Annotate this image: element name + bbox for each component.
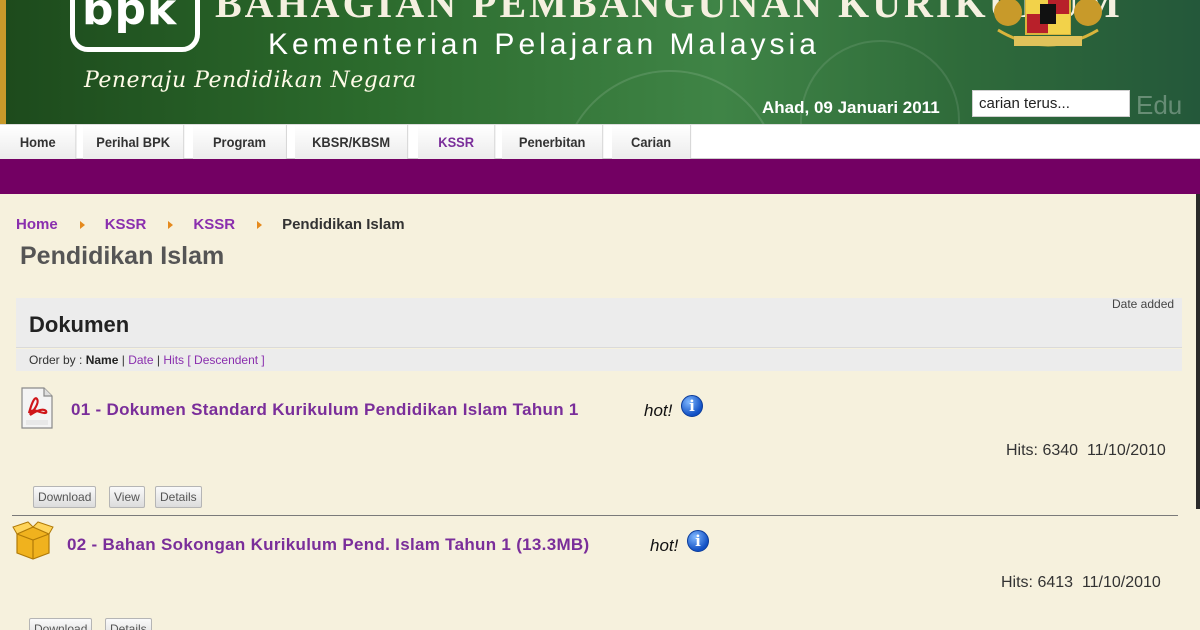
site-banner: bpk BAHAGIAN PEMBANGUNAN KURIKULUM Kemen… bbox=[0, 0, 1200, 124]
item-divider bbox=[12, 515, 1178, 516]
document-date: 11/10/2010 bbox=[1081, 574, 1161, 591]
banner-subtitle: Kementerian Pelajaran Malaysia bbox=[268, 28, 820, 61]
bpk-logo-text: bpk bbox=[82, 0, 178, 35]
order-direction[interactable]: [ Descendent ] bbox=[187, 353, 264, 367]
nav-item-kssr[interactable]: KSSR bbox=[418, 125, 496, 159]
hits-count: Hits: 6340 bbox=[1006, 442, 1079, 459]
hot-label-1: hot! bbox=[644, 401, 673, 420]
download-button-2[interactable]: Download bbox=[29, 618, 93, 630]
download-button-1[interactable]: Download bbox=[33, 486, 97, 508]
breadcrumb-arrow-icon bbox=[257, 220, 263, 229]
pdf-file-icon bbox=[21, 387, 53, 429]
date-added-label: Date added bbox=[1112, 297, 1175, 311]
documents-header: Dokumen bbox=[16, 298, 1182, 348]
banner-arch-decoration bbox=[560, 70, 780, 124]
details-button-2[interactable]: Details bbox=[105, 618, 152, 630]
breadcrumb-arrow-icon bbox=[79, 220, 85, 229]
search-input[interactable] bbox=[972, 90, 1130, 117]
order-by-label: Order by : bbox=[29, 353, 83, 367]
nav-item-kbsr-kbsm[interactable]: KBSR/KBSM bbox=[295, 125, 409, 159]
main-nav: Home Perihal BPK Program KBSR/KBSM KSSR … bbox=[0, 124, 1200, 159]
info-icon[interactable]: i bbox=[681, 395, 703, 417]
nav-item-penerbitan[interactable]: Penerbitan bbox=[502, 125, 604, 159]
breadcrumb: Home KSSR KSSR Pendidikan Islam bbox=[16, 216, 405, 236]
current-date: Ahad, 09 Januari 2011 bbox=[762, 98, 940, 117]
breadcrumb-arrow-icon bbox=[168, 220, 174, 229]
banner-watermark: Edu bbox=[1136, 90, 1183, 120]
nav-item-program[interactable]: Program bbox=[193, 125, 287, 159]
hits-count: Hits: 6413 bbox=[1001, 574, 1074, 591]
document-link-2[interactable]: 02 - Bahan Sokongan Kurikulum Pend. Isla… bbox=[67, 535, 589, 555]
order-by-date[interactable]: Date bbox=[128, 353, 153, 367]
documents-heading: Dokumen bbox=[29, 312, 130, 337]
document-link-1[interactable]: 01 - Dokumen Standard Kurikulum Pendidik… bbox=[71, 400, 579, 420]
breadcrumb-kssr[interactable]: KSSR bbox=[105, 216, 147, 233]
document-date: 11/10/2010 bbox=[1086, 442, 1166, 459]
nav-item-carian[interactable]: Carian bbox=[612, 125, 692, 159]
hot-label-2: hot! bbox=[650, 536, 679, 555]
banner-slogan: Peneraju Pendidikan Negara bbox=[84, 68, 417, 93]
nav-item-perihal-bpk[interactable]: Perihal BPK bbox=[83, 125, 185, 159]
breadcrumb-current: Pendidikan Islam bbox=[282, 216, 405, 233]
details-button-1[interactable]: Details bbox=[155, 486, 202, 508]
breadcrumb-home[interactable]: Home bbox=[16, 216, 58, 233]
breadcrumb-kssr-sub[interactable]: KSSR bbox=[193, 216, 235, 233]
page-title: Pendidikan Islam bbox=[20, 242, 225, 270]
nav-item-home[interactable]: Home bbox=[0, 125, 77, 159]
order-by-bar: Order by : Name | Date | Hits [ Descende… bbox=[16, 349, 1182, 371]
order-separator: | bbox=[156, 353, 161, 367]
document-hits-1: Hits: 6340 11/10/2010 bbox=[1006, 442, 1166, 460]
info-icon[interactable]: i bbox=[687, 530, 709, 552]
window-edge bbox=[1196, 194, 1200, 509]
document-hits-2: Hits: 6413 11/10/2010 bbox=[1001, 574, 1161, 592]
order-by-name[interactable]: Name bbox=[86, 353, 119, 367]
package-box-icon bbox=[12, 521, 54, 560]
coat-of-arms-icon bbox=[994, 0, 1102, 47]
order-separator: | bbox=[121, 353, 125, 367]
order-by-hits[interactable]: Hits bbox=[163, 353, 184, 367]
purple-submenu-bar bbox=[0, 159, 1200, 194]
view-button-1[interactable]: View bbox=[109, 486, 145, 508]
